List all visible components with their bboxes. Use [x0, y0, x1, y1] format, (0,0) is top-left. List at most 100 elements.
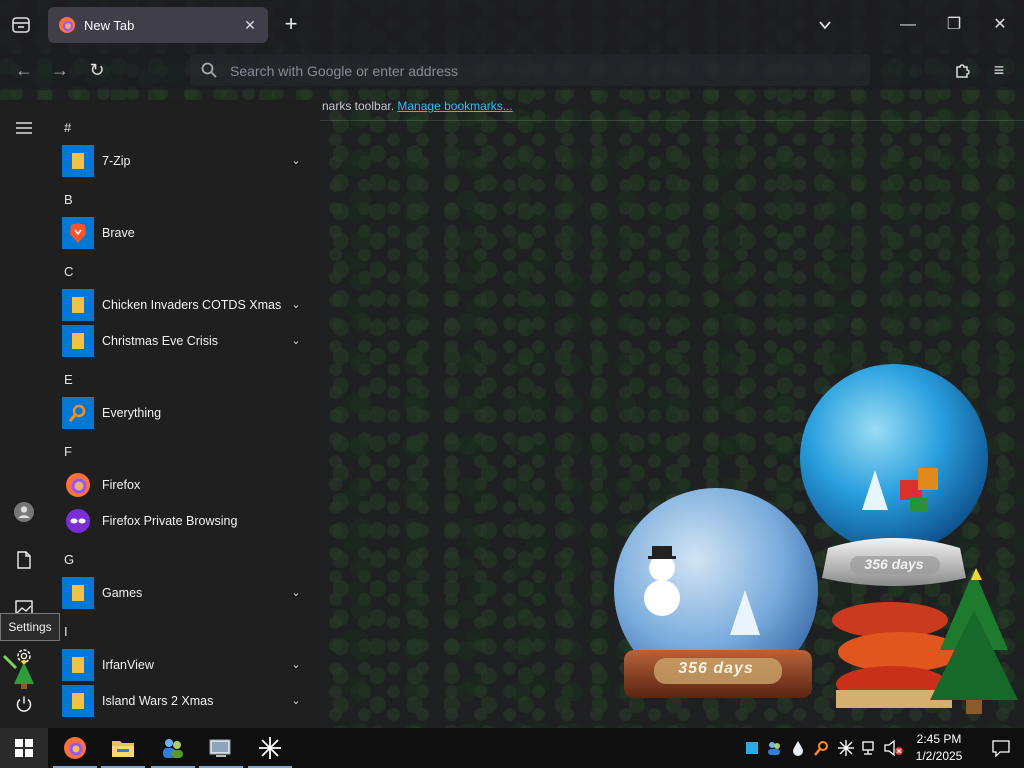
- chevron-down-icon[interactable]: ⌄: [286, 151, 306, 171]
- chevron-down-icon[interactable]: ⌄: [286, 691, 306, 711]
- expand-menu-button[interactable]: [0, 108, 48, 148]
- brave-icon: [62, 217, 94, 249]
- section-header[interactable]: C: [64, 264, 73, 279]
- app-item-irfanview[interactable]: IrfanView ⌄: [62, 647, 320, 683]
- app-item-everything[interactable]: Everything: [62, 395, 320, 431]
- taskbar-people-app[interactable]: [149, 728, 197, 768]
- section-header[interactable]: G: [64, 552, 74, 567]
- address-bar[interactable]: [190, 54, 870, 88]
- folder-icon: [62, 145, 94, 177]
- chevron-down-icon[interactable]: ⌄: [286, 295, 306, 315]
- windows-logo-icon: [15, 739, 33, 757]
- tab-list-button[interactable]: [10, 14, 32, 36]
- taskbar-file-explorer[interactable]: [99, 728, 147, 768]
- app-item-7zip[interactable]: 7-Zip ⌄: [62, 143, 320, 179]
- app-name: Brave: [102, 226, 135, 240]
- taskbar-remote-desktop[interactable]: [197, 728, 245, 768]
- app-item-firefox-private[interactable]: Firefox Private Browsing: [62, 503, 320, 539]
- folder-icon: [62, 685, 94, 717]
- tray-blue-square-icon[interactable]: [742, 738, 762, 758]
- folder-icon: [62, 289, 94, 321]
- app-item-games[interactable]: Games ⌄: [62, 575, 320, 611]
- new-tab-button[interactable]: +: [279, 13, 303, 37]
- close-window-button[interactable]: ✕: [985, 10, 1015, 40]
- start-button[interactable]: [0, 728, 48, 768]
- tray-network-icon[interactable]: [860, 738, 880, 758]
- taskbar-firefox[interactable]: [51, 728, 99, 768]
- app-name: 7-Zip: [102, 154, 131, 168]
- folder-icon: [62, 577, 94, 609]
- folder-icon: [112, 741, 134, 757]
- tray-everything-icon[interactable]: [812, 738, 832, 758]
- computer-icon: [209, 739, 231, 757]
- folder-icon: [62, 649, 94, 681]
- app-item-brave[interactable]: Brave: [62, 215, 320, 251]
- tab-list-icon: [12, 17, 30, 33]
- app-name: Christmas Eve Crisis: [102, 334, 218, 348]
- app-item-christmas-eve-crisis[interactable]: Christmas Eve Crisis ⌄: [62, 323, 320, 359]
- app-item-chicken-invaders[interactable]: Chicken Invaders COTDS Xmas ⌄: [62, 287, 320, 323]
- app-name: Everything: [102, 406, 162, 420]
- folder-icon: [62, 325, 94, 357]
- tab-close-button[interactable]: ✕: [238, 13, 262, 37]
- chevron-down-icon[interactable]: ⌄: [286, 331, 306, 351]
- notification-icon: [992, 740, 1010, 757]
- user-avatar-icon: [14, 502, 34, 522]
- list-all-tabs-button[interactable]: [810, 10, 840, 40]
- section-header[interactable]: F: [64, 444, 72, 459]
- manage-bookmarks-link[interactable]: Manage bookmarks...: [397, 99, 512, 113]
- puzzle-icon: [956, 64, 970, 78]
- clock-time: 2:45 PM: [916, 732, 962, 746]
- app-name: Chicken Invaders COTDS Xmas: [102, 298, 282, 312]
- address-input[interactable]: [228, 54, 852, 88]
- action-center-button[interactable]: [978, 728, 1024, 768]
- people-icon: [163, 739, 183, 758]
- bookmarks-message: narks toolbar.: [322, 99, 395, 113]
- chevron-down-icon[interactable]: ⌄: [286, 655, 306, 675]
- app-name: Firefox Private Browsing: [102, 514, 238, 528]
- app-item-firefox[interactable]: Firefox: [62, 467, 320, 503]
- chevron-down-icon: [819, 21, 831, 30]
- tab-title: New Tab: [84, 17, 135, 33]
- maximize-button[interactable]: ❐: [939, 10, 969, 40]
- app-item-island-wars[interactable]: Island Wars 2 Xmas ⌄: [62, 683, 320, 719]
- documents-button[interactable]: [0, 540, 48, 580]
- hamburger-icon: [16, 122, 32, 134]
- start-menu-app-list: # 7-Zip ⌄ B Brave C Chicken Invaders COT…: [48, 100, 320, 728]
- tray-volume-muted-icon[interactable]: [884, 738, 904, 758]
- tray-snowflake-icon[interactable]: [836, 738, 856, 758]
- app-name: Games: [102, 586, 143, 600]
- system-clock[interactable]: 2:45 PM 1/2/2025: [905, 731, 973, 765]
- clock-date: 1/2/2025: [915, 749, 963, 763]
- navigation-toolbar: ← → ↻ ≡: [0, 50, 1024, 90]
- app-name: Island Wars 2 Xmas: [102, 694, 214, 708]
- tray-people-icon[interactable]: [764, 738, 784, 758]
- reload-button[interactable]: ↻: [83, 56, 111, 84]
- user-account-button[interactable]: [0, 492, 48, 532]
- taskbar: 2:45 PM 1/2/2025: [0, 728, 1024, 768]
- back-button[interactable]: ←: [10, 56, 38, 84]
- tab-new-tab[interactable]: New Tab ✕: [48, 7, 268, 43]
- section-header[interactable]: #: [64, 120, 71, 135]
- tray-droplet-icon[interactable]: [788, 738, 808, 758]
- app-name: Firefox: [102, 478, 141, 492]
- taskbar-snowflake-app[interactable]: [246, 728, 294, 768]
- section-header[interactable]: E: [64, 372, 73, 387]
- search-icon: [201, 62, 217, 78]
- app-name: IrfanView: [102, 658, 154, 672]
- extensions-button[interactable]: [949, 56, 977, 84]
- power-button[interactable]: [0, 684, 48, 724]
- minimize-button[interactable]: —: [893, 10, 923, 40]
- everything-icon: [62, 397, 94, 429]
- section-header[interactable]: B: [64, 192, 73, 207]
- app-menu-button[interactable]: ≡: [985, 56, 1013, 84]
- chevron-down-icon[interactable]: ⌄: [286, 583, 306, 603]
- section-header[interactable]: I: [64, 624, 68, 639]
- snow-globe-small-label: 356 days: [678, 660, 754, 677]
- document-icon: [17, 551, 31, 569]
- firefox-private-icon: [62, 505, 94, 537]
- forward-button[interactable]: →: [46, 56, 74, 84]
- firefox-icon: [62, 469, 94, 501]
- snowflake-icon: [259, 737, 281, 759]
- browser-titlebar: New Tab ✕ + — ❐ ✕: [0, 0, 1024, 50]
